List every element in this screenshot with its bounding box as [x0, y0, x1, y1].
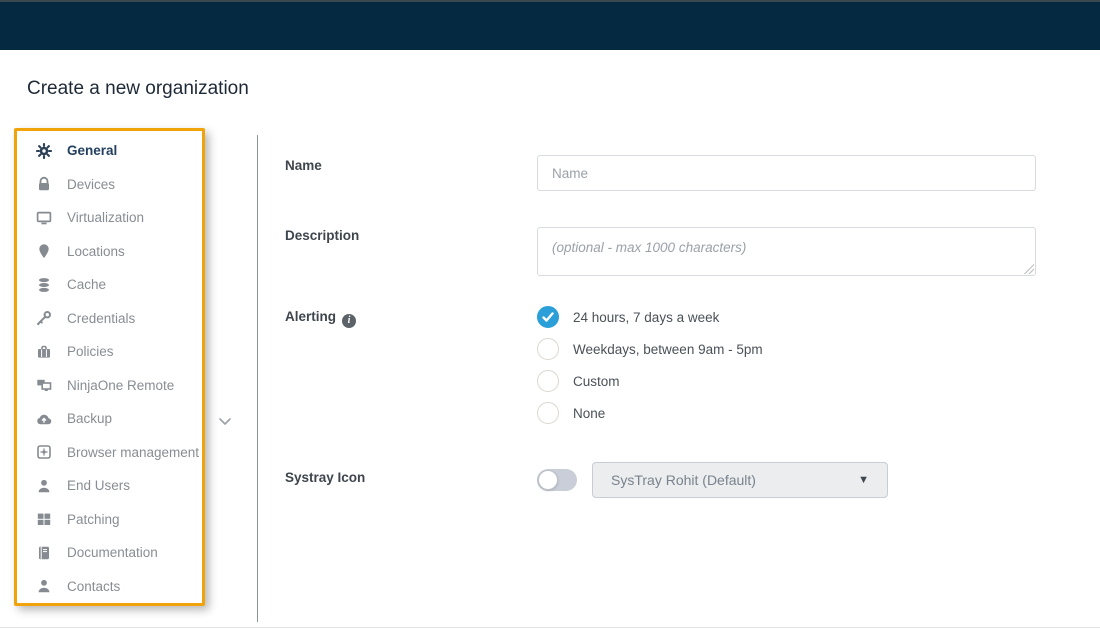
database-icon — [35, 276, 52, 293]
sidebar-item[interactable]: Backup — [17, 402, 202, 436]
description-field-wrap — [537, 227, 1036, 276]
alerting-radio-option[interactable]: Weekdays, between 9am - 5pm — [537, 338, 763, 360]
windows-icon — [35, 511, 52, 528]
lock-icon — [35, 176, 52, 193]
monitor-icon — [35, 209, 52, 226]
caret-down-icon: ▼ — [858, 474, 869, 486]
map-pin-icon — [35, 243, 52, 260]
gear-icon — [35, 142, 52, 159]
sidebar-item-label: Credentials — [67, 311, 135, 326]
systray-dropdown[interactable]: SysTray Rohit (Default) ▼ — [592, 462, 888, 498]
alerting-radio-option[interactable]: 24 hours, 7 days a week — [537, 306, 763, 328]
key-icon — [35, 310, 52, 327]
systray-label: Systray Icon — [285, 470, 365, 485]
sidebar-item[interactable]: Virtualization — [17, 201, 202, 235]
name-label: Name — [285, 158, 322, 173]
user-icon — [35, 578, 52, 595]
sidebar-item[interactable]: Locations — [17, 235, 202, 269]
toggle-knob[interactable] — [538, 470, 558, 490]
sidebar-item[interactable]: Documentation — [17, 536, 202, 570]
radio-button[interactable] — [537, 402, 559, 424]
systray-toggle[interactable] — [537, 469, 577, 491]
sidebar-item[interactable]: End Users — [17, 469, 202, 503]
sidebar-item-label: Documentation — [67, 545, 158, 560]
sidebar-item[interactable]: Cache — [17, 268, 202, 302]
alerting-radio-group: 24 hours, 7 days a week Weekdays, betwee… — [537, 306, 763, 434]
briefcase-icon — [35, 343, 52, 360]
bottom-divider — [0, 627, 1100, 628]
radio-button[interactable] — [537, 370, 559, 392]
systray-dropdown-value: SysTray Rohit (Default) — [611, 472, 858, 488]
vertical-divider — [257, 135, 258, 622]
sidebar-item-label: Browser management — [67, 445, 199, 460]
sidebar-item-label: End Users — [67, 478, 130, 493]
page-title: Create a new organization — [27, 78, 249, 100]
settings-sidebar: General Devices Virtualization Locations… — [14, 128, 205, 606]
radio-label: Custom — [573, 374, 620, 389]
description-textarea[interactable] — [537, 227, 1036, 276]
info-icon[interactable]: i — [342, 314, 356, 328]
sidebar-item[interactable]: Policies — [17, 335, 202, 369]
book-icon — [35, 544, 52, 561]
radio-button[interactable] — [537, 338, 559, 360]
sidebar-item[interactable]: General — [17, 134, 202, 168]
alerting-label: Alertingi — [285, 309, 356, 328]
top-nav-bar — [0, 0, 1100, 50]
sidebar-item[interactable]: NinjaOne Remote — [17, 369, 202, 403]
sidebar-item-label: Virtualization — [67, 210, 144, 225]
sidebar-item-label: Backup — [67, 411, 112, 426]
radio-button[interactable] — [537, 306, 559, 328]
sidebar-item-label: Cache — [67, 277, 106, 292]
sidebar-item-label: NinjaOne Remote — [67, 378, 174, 393]
sidebar-item-label: General — [67, 143, 117, 158]
name-input[interactable] — [537, 155, 1036, 191]
cloud-upload-icon — [35, 410, 52, 427]
sidebar-item-label: Contacts — [67, 579, 120, 594]
dual-monitor-icon — [35, 377, 52, 394]
sidebar-item-label: Locations — [67, 244, 125, 259]
alerting-radio-option[interactable]: None — [537, 402, 763, 424]
sidebar-item[interactable]: Devices — [17, 168, 202, 202]
sidebar-item[interactable]: Browser management — [17, 436, 202, 470]
sidebar-item-label: Devices — [67, 177, 115, 192]
sidebar-item[interactable]: Credentials — [17, 302, 202, 336]
radio-label: 24 hours, 7 days a week — [573, 310, 719, 325]
sidebar-item[interactable]: Patching — [17, 503, 202, 537]
sidebar-item[interactable]: Contacts — [17, 570, 202, 604]
browser-gear-icon — [35, 444, 52, 461]
alerting-radio-option[interactable]: Custom — [537, 370, 763, 392]
user-icon — [35, 477, 52, 494]
sidebar-item-label: Policies — [67, 344, 114, 359]
chevron-down-icon[interactable] — [216, 412, 234, 430]
description-label: Description — [285, 228, 359, 243]
radio-label: None — [573, 406, 605, 421]
sidebar-item-label: Patching — [67, 512, 120, 527]
radio-label: Weekdays, between 9am - 5pm — [573, 342, 763, 357]
